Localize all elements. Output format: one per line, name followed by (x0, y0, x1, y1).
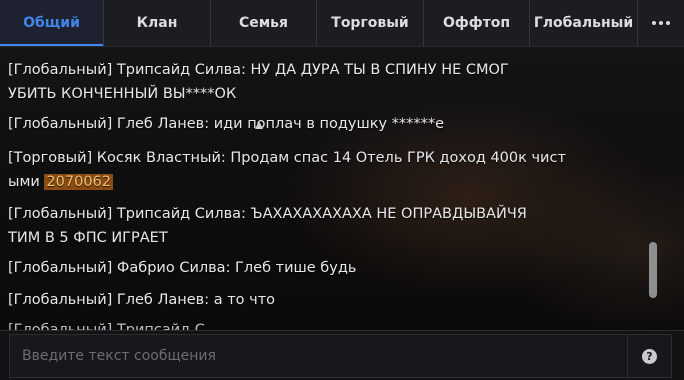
tab-trade[interactable]: Торговый (317, 0, 424, 46)
chat-tab-bar: Общий Клан Семья Торговый Оффтоп Глобаль… (0, 0, 684, 47)
tab-clan[interactable]: Клан (104, 0, 211, 46)
tab-general[interactable]: Общий (0, 0, 104, 46)
chat-message-partial: [Глобальный] Трипсайд С... (8, 318, 568, 330)
message-input-bar: ? (0, 330, 684, 380)
message-list[interactable]: [Глобальный] Трипсайд Силва: НУ ДА ДУРА … (0, 46, 684, 330)
chat-message: [Глобальный] Трипсайд Силва: ЪАХАХАХАХАХ… (8, 202, 568, 250)
cursor-icon (255, 121, 263, 129)
highlighted-number[interactable]: 2070062 (44, 174, 113, 190)
message-line: [Глобальный] Трипсайд Силва: НУ ДА ДУРА … (8, 62, 509, 78)
chat-message: [Глобальный] Трипсайд Силва: НУ ДА ДУРА … (8, 58, 568, 106)
message-line: [Глобальный] Трипсайд Силва: ЪАХАХАХАХАХ… (8, 206, 527, 222)
chat-message: [Глобальный] Глеб Ланев: иди поплач в по… (8, 112, 568, 136)
message-line: ыми 2070062 (8, 170, 568, 194)
tab-global[interactable]: Глобальный (530, 0, 638, 46)
chat-message: [Торговый] Косяк Властный: Продам спас 1… (8, 146, 568, 194)
scrollbar-thumb[interactable] (649, 242, 657, 298)
message-line: ТИМ В 5 ФПС ИГРАЕТ (8, 230, 168, 246)
message-line: [Глобальный] Фабрио Силва: Глеб тише буд… (8, 260, 357, 276)
tab-family[interactable]: Семья (211, 0, 317, 46)
message-line: [Глобальный] Трипсайд С... (8, 322, 219, 330)
chat-message: [Глобальный] Глеб Ланев: а то что (8, 288, 568, 312)
more-tabs-button[interactable] (638, 0, 684, 46)
message-line: [Глобальный] Глеб Ланев: иди поплач в по… (8, 116, 445, 132)
message-line: УБИТЬ КОНЧЕННЫЙ ВЫ****ОК (8, 86, 237, 102)
more-horizontal-icon (652, 21, 670, 25)
tab-offtopic[interactable]: Оффтоп (424, 0, 530, 46)
help-button[interactable]: ? (628, 334, 672, 378)
message-text: ыми (8, 174, 40, 190)
message-input[interactable] (9, 334, 628, 378)
question-icon: ? (642, 348, 657, 364)
message-line: [Торговый] Косяк Властный: Продам спас 1… (8, 150, 566, 166)
chat-window: Общий Клан Семья Торговый Оффтоп Глобаль… (0, 0, 684, 380)
chat-message: [Глобальный] Фабрио Силва: Глеб тише буд… (8, 256, 568, 280)
message-line: [Глобальный] Глеб Ланев: а то что (8, 292, 276, 308)
